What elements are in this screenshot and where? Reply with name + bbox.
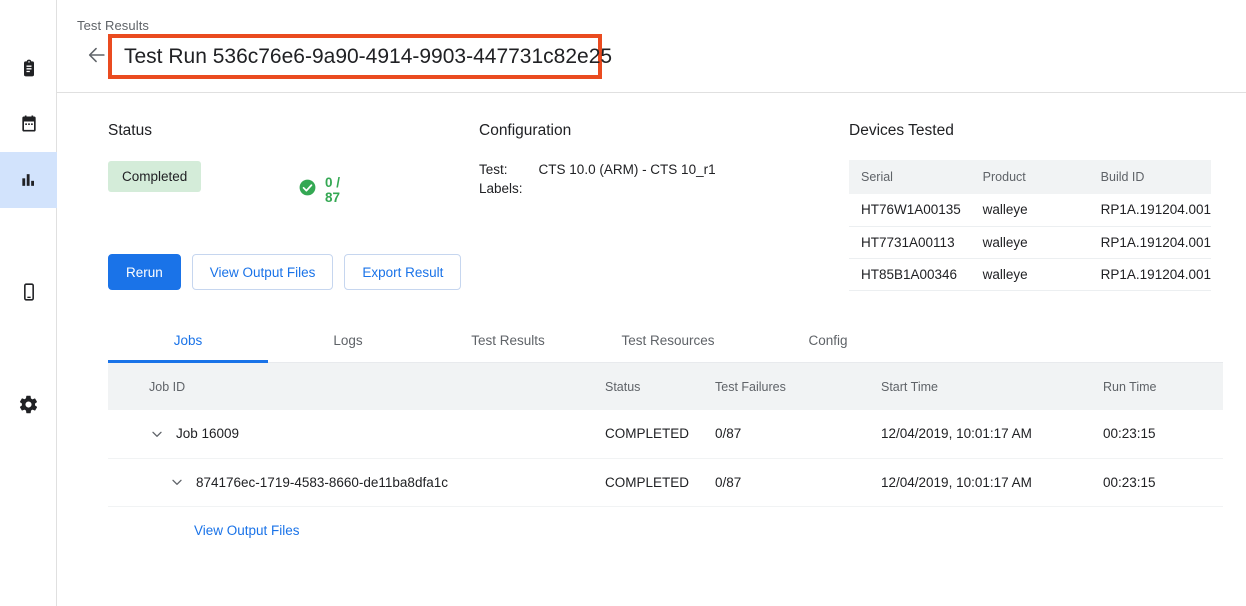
check-circle-icon (298, 178, 317, 202)
jobs-table-wrapper: Job ID Status Test Failures Start Time R… (108, 363, 1223, 554)
attempt-run-time: 00:23:15 (1103, 458, 1223, 506)
clipboard-icon (19, 58, 39, 78)
devices-col-product: Product (971, 160, 1089, 194)
configuration-section: Configuration Test: CTS 10.0 (ARM) - CTS… (479, 122, 716, 196)
calendar-icon (19, 114, 39, 134)
status-badge: Completed (108, 161, 201, 192)
table-row: HT76W1A00135 walleye RP1A.191204.001 (849, 194, 1211, 226)
device-product: walleye (971, 258, 1089, 290)
devices-table-header: Serial Product Build ID (849, 160, 1211, 194)
job-start-time: 12/04/2019, 10:01:17 AM (881, 410, 1103, 458)
view-output-files-button[interactable]: View Output Files (192, 254, 334, 290)
empty-cell (1103, 506, 1223, 554)
device-build: RP1A.191204.001 (1089, 194, 1211, 226)
sidebar-item-test-suites[interactable] (0, 40, 57, 96)
config-key-labels: Labels: (479, 181, 523, 196)
bar-chart-icon (19, 170, 39, 190)
device-serial: HT7731A00113 (849, 226, 971, 258)
table-row: HT85B1A00346 walleye RP1A.191204.001 (849, 258, 1211, 290)
rerun-button[interactable]: Rerun (108, 254, 181, 290)
chevron-down-icon[interactable] (169, 474, 185, 490)
job-run-time: 00:23:15 (1103, 410, 1223, 458)
chevron-down-icon[interactable] (149, 426, 165, 442)
tab-jobs[interactable]: Jobs (108, 318, 268, 362)
tab-test-resources[interactable]: Test Resources (588, 318, 748, 362)
device-product: walleye (971, 194, 1089, 226)
empty-cell (605, 506, 715, 554)
sidebar (0, 0, 57, 606)
attempt-id-cell: 874176ec-1719-4583-8660-de11ba8dfa1c (108, 458, 605, 506)
config-value-test: CTS 10.0 (ARM) - CTS 10_r1 (539, 162, 716, 177)
config-key-test: Test: (479, 162, 523, 177)
jobs-col-status: Status (605, 363, 715, 410)
configuration-heading: Configuration (479, 122, 716, 140)
status-section: Status Completed 0 / 87 Rerun View Outpu… (108, 122, 201, 192)
device-product: walleye (971, 226, 1089, 258)
export-result-button[interactable]: Export Result (344, 254, 461, 290)
breadcrumb: Test Results (77, 18, 149, 33)
test-count-group: 0 / 87 (298, 175, 340, 205)
devices-table: Serial Product Build ID HT76W1A00135 wal… (849, 160, 1211, 291)
page-title-highlight: Test Run 536c76e6-9a90-4914-9903-447731c… (108, 34, 602, 79)
jobs-col-test-failures: Test Failures (715, 363, 881, 410)
device-build: RP1A.191204.001 (1089, 226, 1211, 258)
empty-cell (715, 506, 881, 554)
job-id-cell: Job 16009 (108, 410, 605, 458)
tab-bar: Jobs Logs Test Results Test Resources Co… (108, 318, 1223, 363)
attempt-failures: 0/87 (715, 458, 881, 506)
tab-test-results[interactable]: Test Results (428, 318, 588, 362)
table-row: HT7731A00113 walleye RP1A.191204.001 (849, 226, 1211, 258)
phone-icon (19, 282, 39, 302)
devices-col-serial: Serial (849, 160, 971, 194)
table-row[interactable]: Job 16009 COMPLETED 0/87 12/04/2019, 10:… (108, 410, 1223, 458)
attempt-status: COMPLETED (605, 458, 715, 506)
gear-icon (18, 394, 39, 415)
page-header: Test Results Test Run 536c76e6-9a90-4914… (57, 0, 1246, 93)
output-files-cell: View Output Files (108, 506, 605, 554)
back-button[interactable] (84, 44, 110, 70)
device-build: RP1A.191204.001 (1089, 258, 1211, 290)
table-row[interactable]: 874176ec-1719-4583-8660-de11ba8dfa1c COM… (108, 458, 1223, 506)
table-row: View Output Files (108, 506, 1223, 554)
device-serial: HT76W1A00135 (849, 194, 971, 226)
devices-section: Devices Tested Serial Product Build ID H… (849, 122, 1211, 291)
empty-cell (881, 506, 1103, 554)
test-run-details-page: Test Results Test Run 536c76e6-9a90-4914… (0, 0, 1246, 606)
jobs-col-start-time: Start Time (881, 363, 1103, 410)
device-serial: HT85B1A00346 (849, 258, 971, 290)
job-id-label: Job 16009 (176, 426, 239, 441)
sidebar-item-test-results[interactable] (0, 152, 57, 208)
summary-section: Status Completed 0 / 87 Rerun View Outpu… (57, 93, 1246, 318)
sidebar-item-test-plans[interactable] (0, 96, 57, 152)
configuration-list: Test: CTS 10.0 (ARM) - CTS 10_r1 Labels: (479, 162, 716, 196)
tab-logs[interactable]: Logs (268, 318, 428, 362)
page-title: Test Run 536c76e6-9a90-4914-9903-447731c… (124, 45, 612, 69)
jobs-col-run-time: Run Time (1103, 363, 1223, 410)
action-buttons: Rerun View Output Files Export Result (108, 254, 461, 290)
jobs-table: Job ID Status Test Failures Start Time R… (108, 363, 1223, 554)
sidebar-item-settings[interactable] (0, 376, 57, 432)
job-status: COMPLETED (605, 410, 715, 458)
tab-config[interactable]: Config (748, 318, 908, 362)
job-failures: 0/87 (715, 410, 881, 458)
view-output-files-link[interactable]: View Output Files (194, 523, 300, 538)
devices-heading: Devices Tested (849, 122, 1211, 140)
jobs-table-header: Job ID Status Test Failures Start Time R… (108, 363, 1223, 410)
config-value-labels (539, 181, 716, 196)
attempt-id-label: 874176ec-1719-4583-8660-de11ba8dfa1c (196, 475, 448, 490)
attempt-start-time: 12/04/2019, 10:01:17 AM (881, 458, 1103, 506)
status-heading: Status (108, 122, 201, 140)
arrow-left-icon (86, 44, 108, 71)
sidebar-item-devices[interactable] (0, 264, 57, 320)
test-count: 0 / 87 (325, 175, 340, 205)
main-content: Test Results Test Run 536c76e6-9a90-4914… (57, 0, 1246, 606)
devices-col-build: Build ID (1089, 160, 1211, 194)
jobs-col-job-id: Job ID (108, 363, 605, 410)
